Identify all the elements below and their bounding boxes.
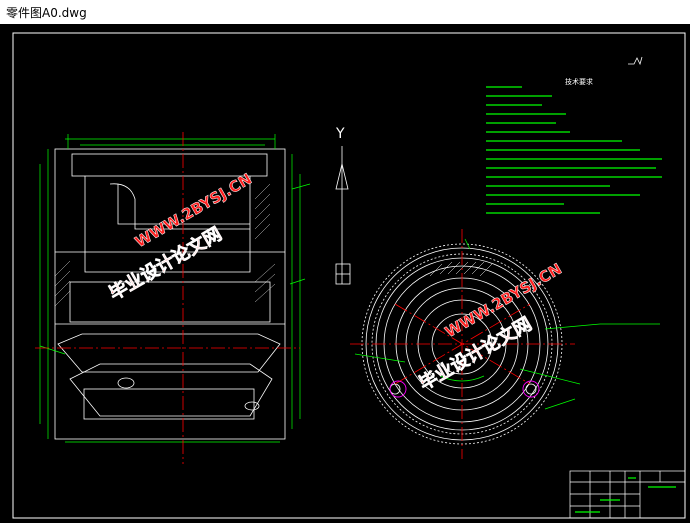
drawing-svg: 技术要求 Y 毕业设计论文网 WWW.2BYSJ.CN 毕业设计论文网 WWW.… — [12, 32, 686, 519]
section-dimensions — [39, 134, 311, 443]
technical-requirements: 技术要求 — [486, 77, 662, 214]
title-block — [569, 470, 686, 519]
title-bar: 零件图A0.dwg — [0, 0, 690, 24]
tech-requirements-heading: 技术要求 — [565, 77, 593, 86]
section-hatching — [54, 183, 276, 307]
drawing-frame — [12, 32, 686, 519]
hole-markers — [389, 380, 540, 398]
section-view — [54, 148, 286, 440]
view-direction-arrow: Y — [335, 126, 351, 285]
circular-centerlines — [350, 229, 575, 459]
document-title: 零件图A0.dwg — [6, 6, 87, 20]
watermark-left: 毕业设计论文网 WWW.2BYSJ.CN — [105, 170, 255, 305]
axis-label: Y — [335, 126, 345, 142]
roughness-symbol — [628, 56, 643, 66]
cad-drawing-canvas[interactable]: 技术要求 Y 毕业设计论文网 WWW.2BYSJ.CN 毕业设计论文网 WWW.… — [0, 24, 690, 523]
